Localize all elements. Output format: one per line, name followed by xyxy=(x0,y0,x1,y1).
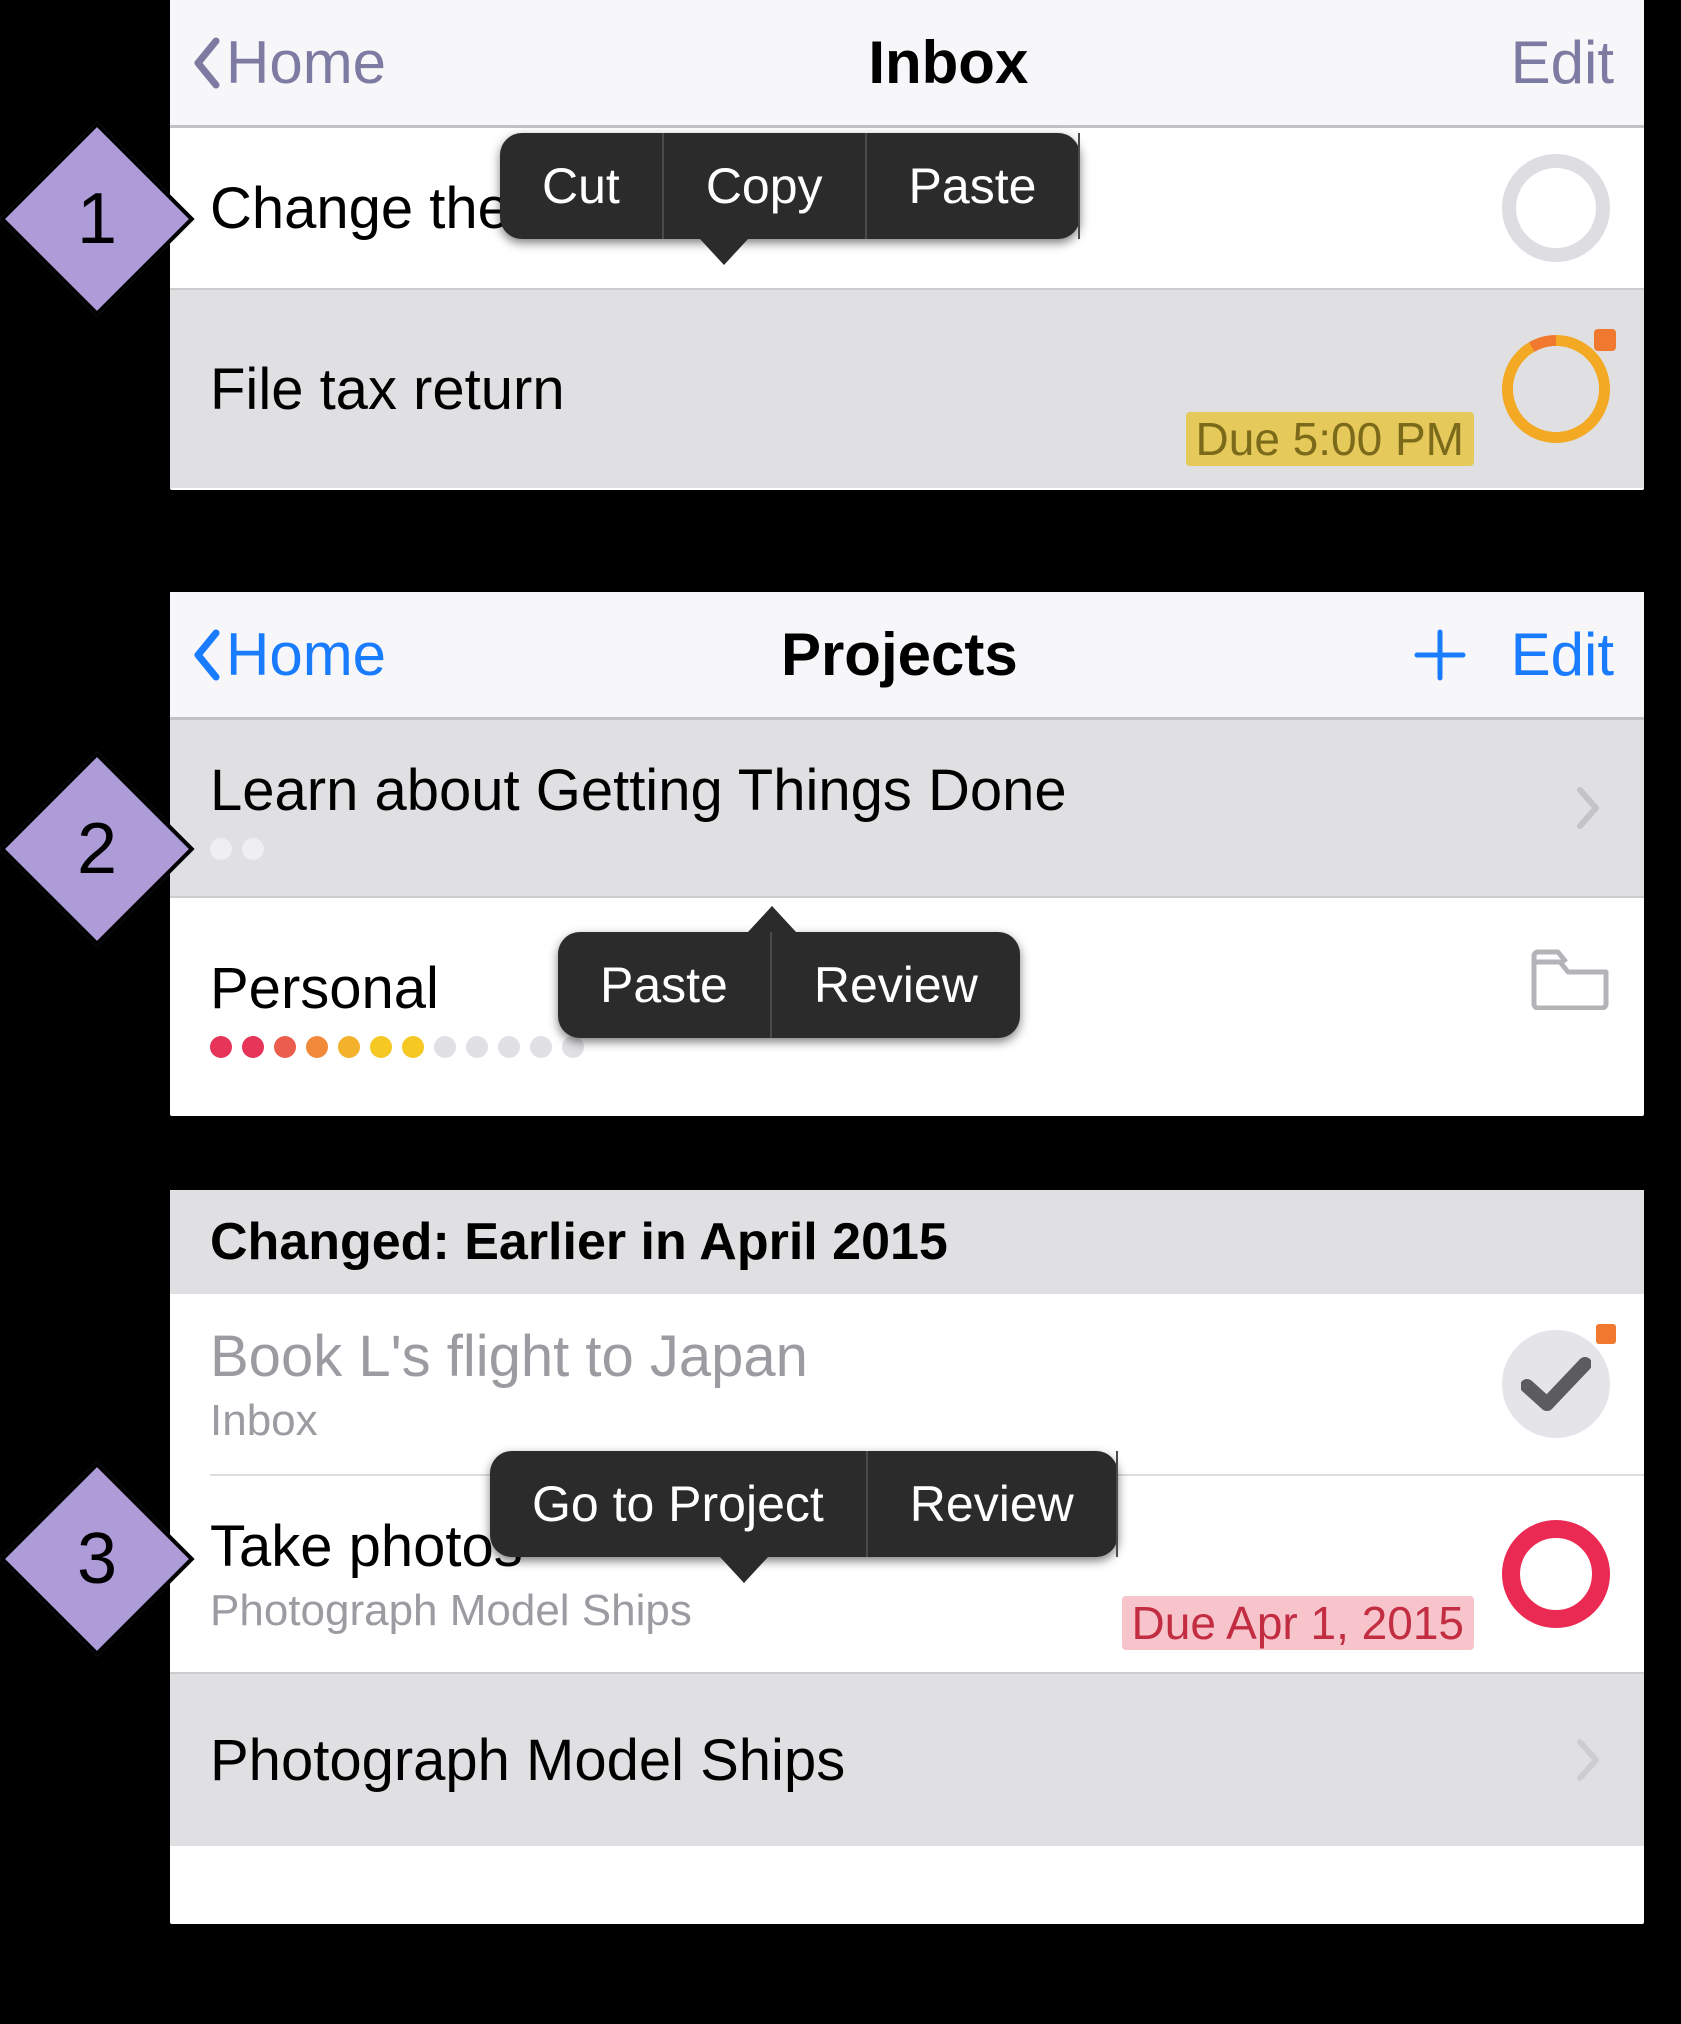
project-title: Personal xyxy=(210,955,439,1022)
back-label: Home xyxy=(226,620,386,689)
back-button[interactable]: Home xyxy=(192,28,386,97)
inbox-title: Inbox xyxy=(868,28,1028,97)
section-header: Changed: Earlier in April 2015 xyxy=(170,1190,1644,1294)
inbox-navbar: Home Inbox Edit xyxy=(170,0,1644,128)
annotation-3: 3 xyxy=(0,1461,195,1656)
project-title: Learn about Getting Things Done xyxy=(210,757,1067,824)
project-row-selected[interactable]: Learn about Getting Things Done xyxy=(170,720,1644,896)
context-menu: Paste Review xyxy=(558,932,1020,1038)
chevron-left-icon xyxy=(192,37,220,89)
due-badge: Due 5:00 PM xyxy=(1186,412,1474,466)
chevron-left-icon xyxy=(192,629,220,681)
projects-panel: Home Projects Edit Learn about Getting T… xyxy=(170,592,1644,1116)
review-action[interactable]: Review xyxy=(868,1451,1118,1557)
paste-action[interactable]: Paste xyxy=(867,133,1081,239)
paste-action[interactable]: Paste xyxy=(558,932,772,1038)
projects-navbar: Home Projects Edit xyxy=(170,592,1644,720)
back-label: Home xyxy=(226,28,386,97)
task-row-completed[interactable]: Book L's flight to Japan Inbox xyxy=(170,1294,1644,1474)
annotation-2: 2 xyxy=(0,751,195,946)
go-to-project-action[interactable]: Go to Project xyxy=(490,1451,868,1557)
add-button[interactable] xyxy=(1413,628,1467,682)
task-row-selected[interactable]: File tax return Due 5:00 PM xyxy=(170,290,1644,488)
context-menu: Cut Copy Paste xyxy=(500,133,1080,239)
chevron-right-icon xyxy=(1576,786,1602,830)
project-title: Photograph Model Ships xyxy=(210,1727,845,1794)
completion-circle[interactable] xyxy=(1502,154,1610,262)
task-meta: Photograph Model Ships xyxy=(210,1586,692,1636)
progress-dots xyxy=(210,1036,584,1058)
completion-circle-overdue[interactable] xyxy=(1502,1520,1610,1628)
folder-icon xyxy=(1530,948,1610,1010)
cut-action[interactable]: Cut xyxy=(500,133,664,239)
due-badge-overdue: Due Apr 1, 2015 xyxy=(1122,1596,1474,1650)
inbox-panel: Home Inbox Edit Change the File tax retu… xyxy=(170,0,1644,490)
back-button[interactable]: Home xyxy=(192,620,386,689)
completion-check[interactable] xyxy=(1502,1330,1610,1438)
projects-title: Projects xyxy=(781,620,1018,689)
edit-button[interactable]: Edit xyxy=(1511,28,1614,97)
review-action[interactable]: Review xyxy=(772,932,1020,1038)
edit-button[interactable]: Edit xyxy=(1511,620,1614,689)
progress-dots xyxy=(210,838,264,860)
context-menu: Go to Project Review xyxy=(490,1451,1118,1557)
task-meta: Inbox xyxy=(210,1396,318,1446)
project-row-selected[interactable]: Photograph Model Ships xyxy=(170,1674,1644,1846)
changed-panel: Changed: Earlier in April 2015 Book L's … xyxy=(170,1190,1644,1924)
annotation-1: 1 xyxy=(0,121,195,316)
completion-circle-due[interactable] xyxy=(1502,335,1610,443)
task-title: Book L's flight to Japan xyxy=(210,1323,808,1390)
task-title: Take photos xyxy=(210,1513,523,1580)
copy-action[interactable]: Copy xyxy=(664,133,867,239)
task-title: Change the xyxy=(210,175,510,242)
chevron-right-icon xyxy=(1576,1738,1602,1782)
task-title: File tax return xyxy=(210,356,565,423)
